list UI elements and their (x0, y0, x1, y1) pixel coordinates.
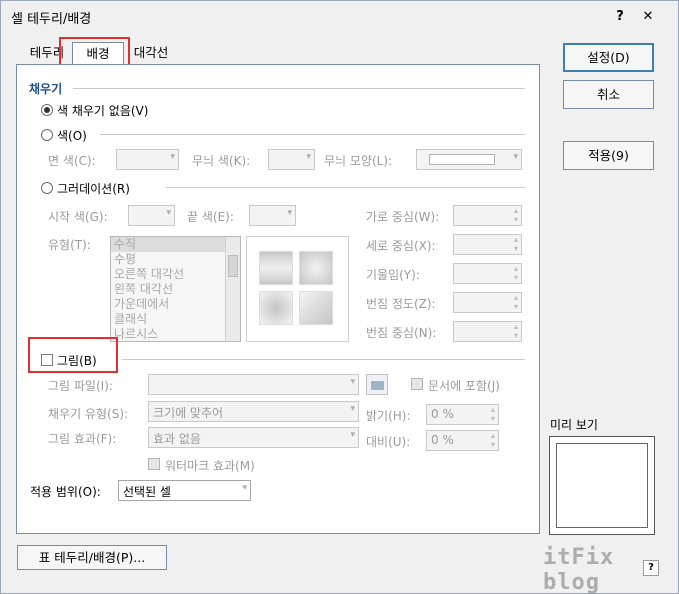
watermark-checkbox[interactable] (148, 458, 160, 470)
h-center-label: 가로 중심(W): (366, 210, 440, 224)
blur-center-spinner[interactable] (453, 321, 522, 342)
close-icon[interactable]: ✕ (638, 7, 658, 27)
list-item[interactable]: 가운데에서 (114, 297, 169, 312)
gradient-radio[interactable] (41, 182, 53, 194)
face-color-label: 면 색(C): (48, 154, 96, 168)
brightness-label: 밝기(H): (366, 409, 411, 423)
color-radio[interactable] (41, 129, 53, 141)
apply-button[interactable]: 적용(9) (563, 141, 654, 170)
v-center-spinner[interactable] (453, 234, 522, 255)
tilt-label: 기울임(Y): (366, 268, 420, 282)
folder-icon[interactable] (366, 374, 388, 395)
fill-type-label: 채우기 유형(S): (48, 407, 129, 421)
list-item[interactable]: 왼쪽 대각선 (114, 282, 173, 297)
brightness-value: 0 % (431, 407, 454, 421)
ok-button[interactable]: 설정(D) (563, 43, 654, 72)
fill-group-label: 채우기 (29, 82, 63, 96)
start-color-dropdown[interactable] (128, 205, 175, 226)
fill-type-dropdown[interactable]: 크기에 맞추어 (148, 401, 359, 422)
watermark-label: 워터마크 효과(M) (165, 459, 255, 473)
color-option-label: 색(O) (57, 129, 87, 143)
contrast-spinner[interactable]: 0 % (426, 430, 499, 451)
scroll-thumb[interactable] (228, 255, 238, 277)
end-color-label: 끝 색(E): (187, 210, 234, 224)
preview-label: 미리 보기 (550, 418, 598, 432)
border-background-button[interactable]: 표 테두리/배경(P)... (17, 545, 167, 570)
gradient-swatch[interactable] (259, 291, 293, 325)
no-fill-label: 색 채우기 없음(V) (57, 104, 149, 118)
title-bar: 셀 테두리/배경 ? ✕ (1, 1, 676, 31)
pattern-shape-label: 무늬 모양(L): (324, 154, 393, 168)
contrast-value: 0 % (431, 433, 454, 447)
preview-cell (556, 443, 648, 528)
include-in-doc-checkbox[interactable] (411, 378, 423, 390)
help-icon[interactable]: ? (610, 7, 630, 27)
apply-range-dropdown[interactable]: 선택된 셀 (118, 480, 251, 501)
blur-center-label: 번짐 중심(N): (366, 326, 437, 340)
tilt-spinner[interactable] (453, 263, 522, 284)
list-item[interactable]: 오른쪽 대각선 (114, 267, 184, 282)
help-corner-icon[interactable]: ? (643, 560, 659, 576)
gradient-swatch[interactable] (259, 251, 293, 285)
include-in-doc-label: 문서에 포함(J) (428, 379, 500, 393)
no-fill-radio[interactable] (41, 104, 53, 116)
divider (166, 187, 525, 188)
gradient-swatch[interactable] (299, 251, 333, 285)
picture-effect-value: 효과 없음 (153, 432, 201, 446)
blur-amount-spinner[interactable] (453, 292, 522, 313)
picture-effect-dropdown[interactable]: 효과 없음 (148, 427, 359, 448)
cancel-button[interactable]: 취소 (563, 80, 654, 109)
tab-diagonal[interactable]: 대각선 (125, 42, 177, 66)
pattern-color-dropdown[interactable] (268, 149, 315, 170)
gradient-type-list[interactable]: 수직 수평 오른쪽 대각선 왼쪽 대각선 가운데에서 클래식 나르시스 (110, 236, 241, 342)
fill-type-value: 크기에 맞추어 (153, 406, 224, 420)
highlight-box-picture (28, 337, 118, 373)
divider (73, 88, 525, 89)
v-center-label: 세로 중심(X): (366, 239, 436, 253)
end-color-dropdown[interactable] (249, 205, 296, 226)
apply-range-label: 적용 범위(O): (30, 485, 101, 499)
list-scrollbar[interactable] (225, 237, 240, 341)
pattern-shape-dropdown[interactable] (416, 149, 522, 170)
gradient-swatch[interactable] (299, 291, 333, 325)
divider (100, 134, 525, 135)
list-item[interactable]: 클래식 (114, 312, 147, 327)
list-item[interactable]: 수평 (114, 252, 136, 267)
contrast-label: 대비(U): (366, 435, 411, 449)
type-label: 유형(T): (48, 238, 91, 252)
pattern-swatch (429, 154, 495, 165)
picture-file-label: 그림 파일(I): (48, 379, 113, 393)
face-color-dropdown[interactable] (116, 149, 179, 170)
preview-box (549, 436, 655, 535)
divider (122, 359, 525, 360)
start-color-label: 시작 색(G): (48, 210, 108, 224)
h-center-spinner[interactable] (453, 205, 522, 226)
window-title: 셀 테두리/배경 (11, 12, 92, 27)
pattern-color-label: 무늬 색(K): (192, 154, 251, 168)
apply-range-value: 선택된 셀 (123, 485, 171, 499)
list-item[interactable]: 나르시스 (114, 327, 158, 341)
blur-amount-label: 번짐 정도(Z): (366, 297, 436, 311)
picture-effect-label: 그림 효과(F): (48, 432, 117, 446)
gradient-preview-grid (246, 236, 349, 342)
folder-glyph (371, 381, 384, 390)
list-item[interactable]: 수직 (114, 237, 136, 252)
brightness-spinner[interactable]: 0 % (426, 404, 499, 425)
picture-file-dropdown[interactable] (148, 374, 359, 395)
gradient-option-label: 그러데이션(R) (57, 182, 130, 196)
